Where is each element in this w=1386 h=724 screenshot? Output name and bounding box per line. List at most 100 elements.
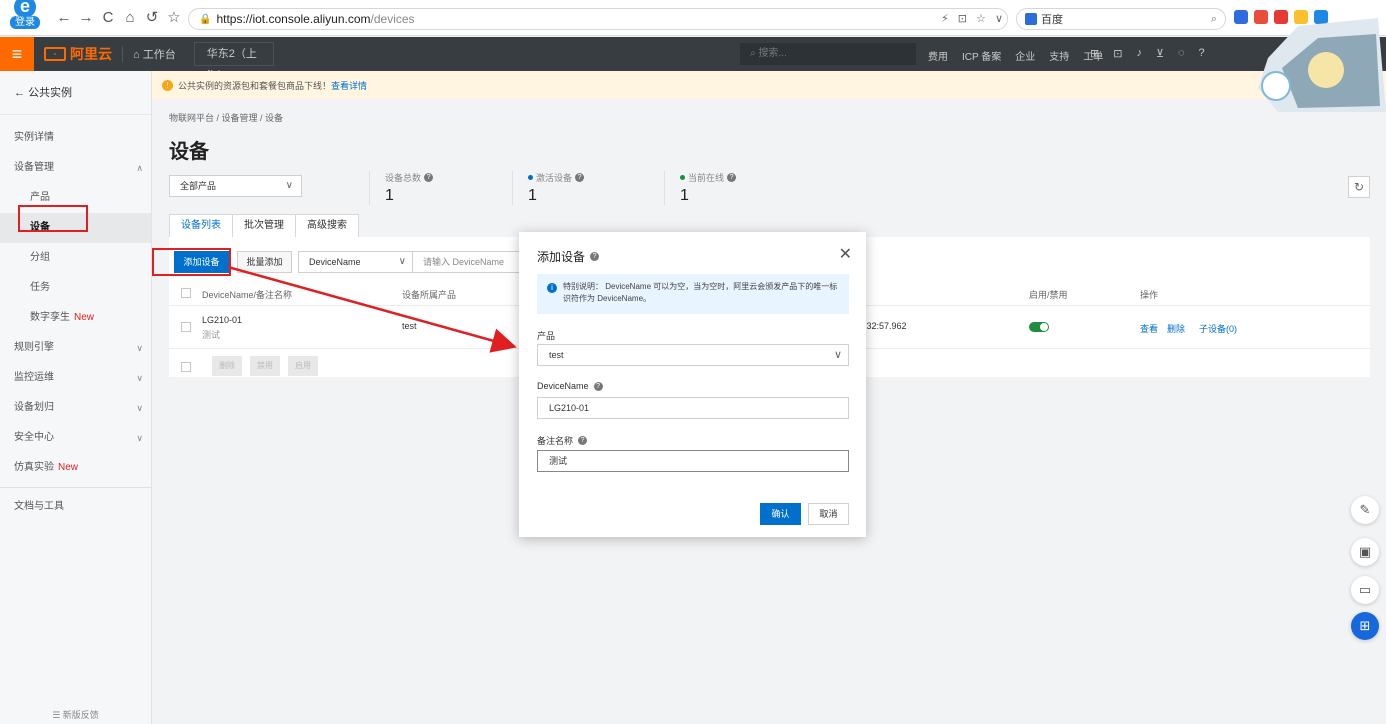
- nav-link-support[interactable]: 支持: [1049, 48, 1069, 63]
- region-selector[interactable]: 华东2（上海） ∨: [193, 42, 274, 82]
- sidebar-item-simulation[interactable]: 仿真实验 New: [0, 453, 151, 483]
- tab-device-list[interactable]: 设备列表: [169, 214, 233, 238]
- select-all-checkbox[interactable]: [181, 288, 191, 298]
- refresh-icon[interactable]: ↻: [1348, 176, 1370, 198]
- global-search-placeholder: 搜索...: [758, 48, 787, 59]
- close-icon[interactable]: ✕: [839, 244, 852, 264]
- chat-icon[interactable]: ▭: [1351, 576, 1379, 604]
- enable-toggle[interactable]: [1029, 322, 1049, 332]
- back-to-instances[interactable]: ← 公共实例: [0, 71, 151, 115]
- forward-arrow-icon[interactable]: →: [78, 9, 94, 27]
- note-name-input[interactable]: 测试: [537, 450, 849, 472]
- sidebar-item-device-management[interactable]: 设备管理 ∧: [0, 153, 151, 183]
- sidebar-item-docs-tools[interactable]: 文档与工具: [0, 492, 151, 522]
- feedback-link[interactable]: ☰ 新版反馈: [0, 706, 151, 724]
- notice-text: 公共实例的资源包和套餐包商品下线！: [178, 80, 332, 91]
- undo-icon[interactable]: ↺: [144, 9, 160, 27]
- sidebar-item-security[interactable]: 安全中心 ∨: [0, 423, 151, 453]
- terminal-icon[interactable]: ⊡: [1113, 47, 1122, 60]
- baidu-icon: [1025, 13, 1037, 25]
- device-note: 测试: [202, 330, 221, 340]
- delete-link[interactable]: 删除: [1167, 322, 1185, 335]
- app-icon[interactable]: ⊞: [1090, 47, 1099, 60]
- url-path: /devices: [370, 12, 415, 26]
- search-field-value: DeviceName: [309, 257, 361, 267]
- nav-link-enterprise[interactable]: 企业: [1015, 48, 1035, 63]
- chevron-down-icon: ∨: [136, 433, 143, 443]
- help-icon[interactable]: ?: [727, 173, 737, 182]
- feedback-label: 新版反馈: [62, 710, 99, 720]
- sidebar: ← 公共实例 实例详情 设备管理 ∧ 产品 设备 分组 任务 数字孪生 New 规则…: [0, 71, 152, 724]
- home-icon[interactable]: ⌂: [122, 9, 138, 27]
- device-name-input[interactable]: LG210-01: [537, 397, 849, 419]
- aliyun-logo[interactable]: - 阿里云: [44, 44, 112, 64]
- view-link[interactable]: 查看: [1140, 322, 1158, 335]
- row-checkbox[interactable]: [181, 322, 191, 332]
- cancel-button[interactable]: 取消: [808, 503, 849, 525]
- tab-bar: 设备列表 批次管理 高级搜索: [169, 214, 359, 238]
- help-icon[interactable]: ?: [424, 173, 434, 182]
- browser-logo-icon[interactable]: e 登录: [6, 0, 46, 32]
- back-arrow-icon[interactable]: ←: [56, 9, 72, 27]
- topnav-icons: ⊞ ⊡ ♪ ⊻ ◌ ?: [1090, 47, 1205, 60]
- sidebar-item-label: 安全中心: [14, 432, 54, 443]
- help-icon[interactable]: ?: [590, 252, 600, 261]
- workbench-link[interactable]: ⌂ 工作台: [133, 46, 176, 62]
- edit-icon[interactable]: ✎: [1351, 496, 1379, 524]
- tab-advanced-search[interactable]: 高级搜索: [295, 214, 359, 238]
- star-icon[interactable]: ☆: [166, 9, 182, 27]
- column-header: 启用/禁用: [1029, 290, 1068, 300]
- sidebar-item-device-transfer[interactable]: 设备划归 ∨: [0, 393, 151, 423]
- product-filter-select[interactable]: 全部产品 ∨: [169, 175, 302, 197]
- sidebar-item-rule-engine[interactable]: 规则引擎 ∨: [0, 333, 151, 363]
- bulk-disable-button[interactable]: 禁用: [250, 356, 280, 376]
- add-device-dialog: 添加设备 ? ✕ i 特别说明： DeviceName 可以为空，当为空时，阿里…: [519, 232, 866, 537]
- refresh-icon[interactable]: C: [100, 9, 116, 27]
- extension-translate-icon[interactable]: [1234, 10, 1248, 24]
- login-badge[interactable]: 登录: [10, 16, 40, 29]
- cart-icon[interactable]: ⊻: [1156, 47, 1164, 60]
- device-name-label: DeviceName ?: [537, 381, 603, 391]
- device-search-input[interactable]: 请输入 DeviceName: [413, 251, 533, 273]
- search-icon[interactable]: ⌕: [1211, 13, 1217, 26]
- address-tools[interactable]: ⚡ ⊡ ☆ ∨: [941, 12, 1006, 25]
- browser-search-box[interactable]: 百度 ⌕: [1016, 8, 1226, 30]
- bulk-enable-button[interactable]: 启用: [288, 356, 318, 376]
- device-name-label-text: DeviceName: [537, 381, 589, 391]
- console-top-nav: ≡ - 阿里云 ⌂ 工作台 华东2（上海） ∨ ⌕ 搜索... 费用 ICP 备…: [0, 37, 1386, 82]
- bell-icon[interactable]: ♪: [1136, 47, 1142, 60]
- sidebar-item-group[interactable]: 分组: [0, 243, 151, 273]
- confirm-button[interactable]: 确认: [760, 503, 801, 525]
- help-icon[interactable]: ?: [593, 381, 603, 391]
- stat-label: 当前在线: [688, 173, 725, 183]
- address-bar[interactable]: 🔒 https://iot.console.aliyun.com/devices: [188, 8, 1008, 30]
- product-select[interactable]: test ∨: [537, 344, 849, 366]
- notice-link[interactable]: 查看详情: [331, 79, 367, 92]
- batch-add-button[interactable]: 批量添加: [237, 251, 292, 273]
- lightbulb-icon[interactable]: ◌: [1178, 47, 1185, 60]
- nav-link-icp[interactable]: ICP 备案: [962, 48, 1001, 63]
- status-dot: [680, 175, 685, 180]
- nav-buttons: ← → C ⌂ ↺ ☆: [56, 9, 182, 27]
- note-name-label: 备注名称 ?: [537, 434, 588, 447]
- stat-activated-devices: 激活设备? 1: [512, 171, 585, 205]
- sidebar-item-task[interactable]: 任务: [0, 273, 151, 303]
- avatar-illustration: [1258, 18, 1386, 112]
- hamburger-menu-icon[interactable]: ≡: [0, 37, 34, 71]
- page-title: 设备: [169, 141, 209, 163]
- global-search-input[interactable]: ⌕ 搜索...: [740, 43, 916, 65]
- apps-grid-icon[interactable]: ⊞: [1351, 612, 1379, 640]
- bulk-select-checkbox[interactable]: [181, 362, 191, 372]
- tab-batch-management[interactable]: 批次管理: [232, 214, 296, 238]
- help-icon[interactable]: ?: [575, 173, 585, 182]
- sidebar-item-monitoring[interactable]: 监控运维 ∨: [0, 363, 151, 393]
- bulk-delete-button[interactable]: 删除: [212, 356, 242, 376]
- help-icon[interactable]: ?: [1199, 47, 1205, 60]
- search-field-select[interactable]: DeviceName ∨: [298, 251, 413, 273]
- book-icon[interactable]: ▣: [1351, 538, 1379, 566]
- help-icon[interactable]: ?: [578, 436, 588, 445]
- sidebar-item-instance-detail[interactable]: 实例详情: [0, 123, 151, 153]
- nav-link-billing[interactable]: 费用: [928, 48, 948, 63]
- sub-device-link[interactable]: 子设备(0): [1199, 322, 1237, 335]
- sidebar-item-digital-twin[interactable]: 数字孪生 New: [0, 303, 151, 333]
